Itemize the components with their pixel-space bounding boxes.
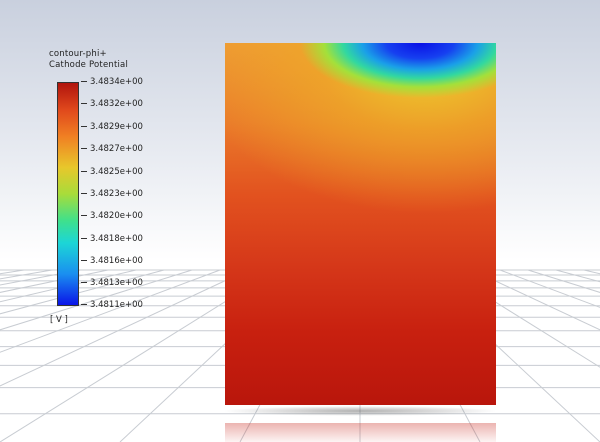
- colormap-bar: [57, 82, 79, 306]
- legend-label: 3.4811e+00: [81, 300, 143, 310]
- legend-label: 3.4834e+00: [81, 77, 143, 87]
- legend-label: 3.4832e+00: [81, 99, 143, 109]
- legend-title: contour-phi+ Cathode Potential: [49, 49, 128, 71]
- legend-title-line1: contour-phi+: [49, 49, 107, 59]
- legend-label: 3.4813e+00: [81, 278, 143, 288]
- legend-label: 3.4823e+00: [81, 189, 143, 199]
- legend-label: 3.4818e+00: [81, 234, 143, 244]
- legend-unit: [ V ]: [50, 315, 68, 325]
- legend-label: 3.4825e+00: [81, 167, 143, 177]
- domain-shadow: [222, 406, 498, 416]
- legend-label: 3.4827e+00: [81, 144, 143, 154]
- legend-label: 3.4816e+00: [81, 256, 143, 266]
- contour-plot-domain[interactable]: [225, 43, 496, 405]
- legend-title-line2: Cathode Potential: [49, 60, 129, 70]
- legend-label: 3.4820e+00: [81, 211, 143, 221]
- domain-reflection: [225, 423, 496, 442]
- legend-label: 3.4829e+00: [81, 122, 143, 132]
